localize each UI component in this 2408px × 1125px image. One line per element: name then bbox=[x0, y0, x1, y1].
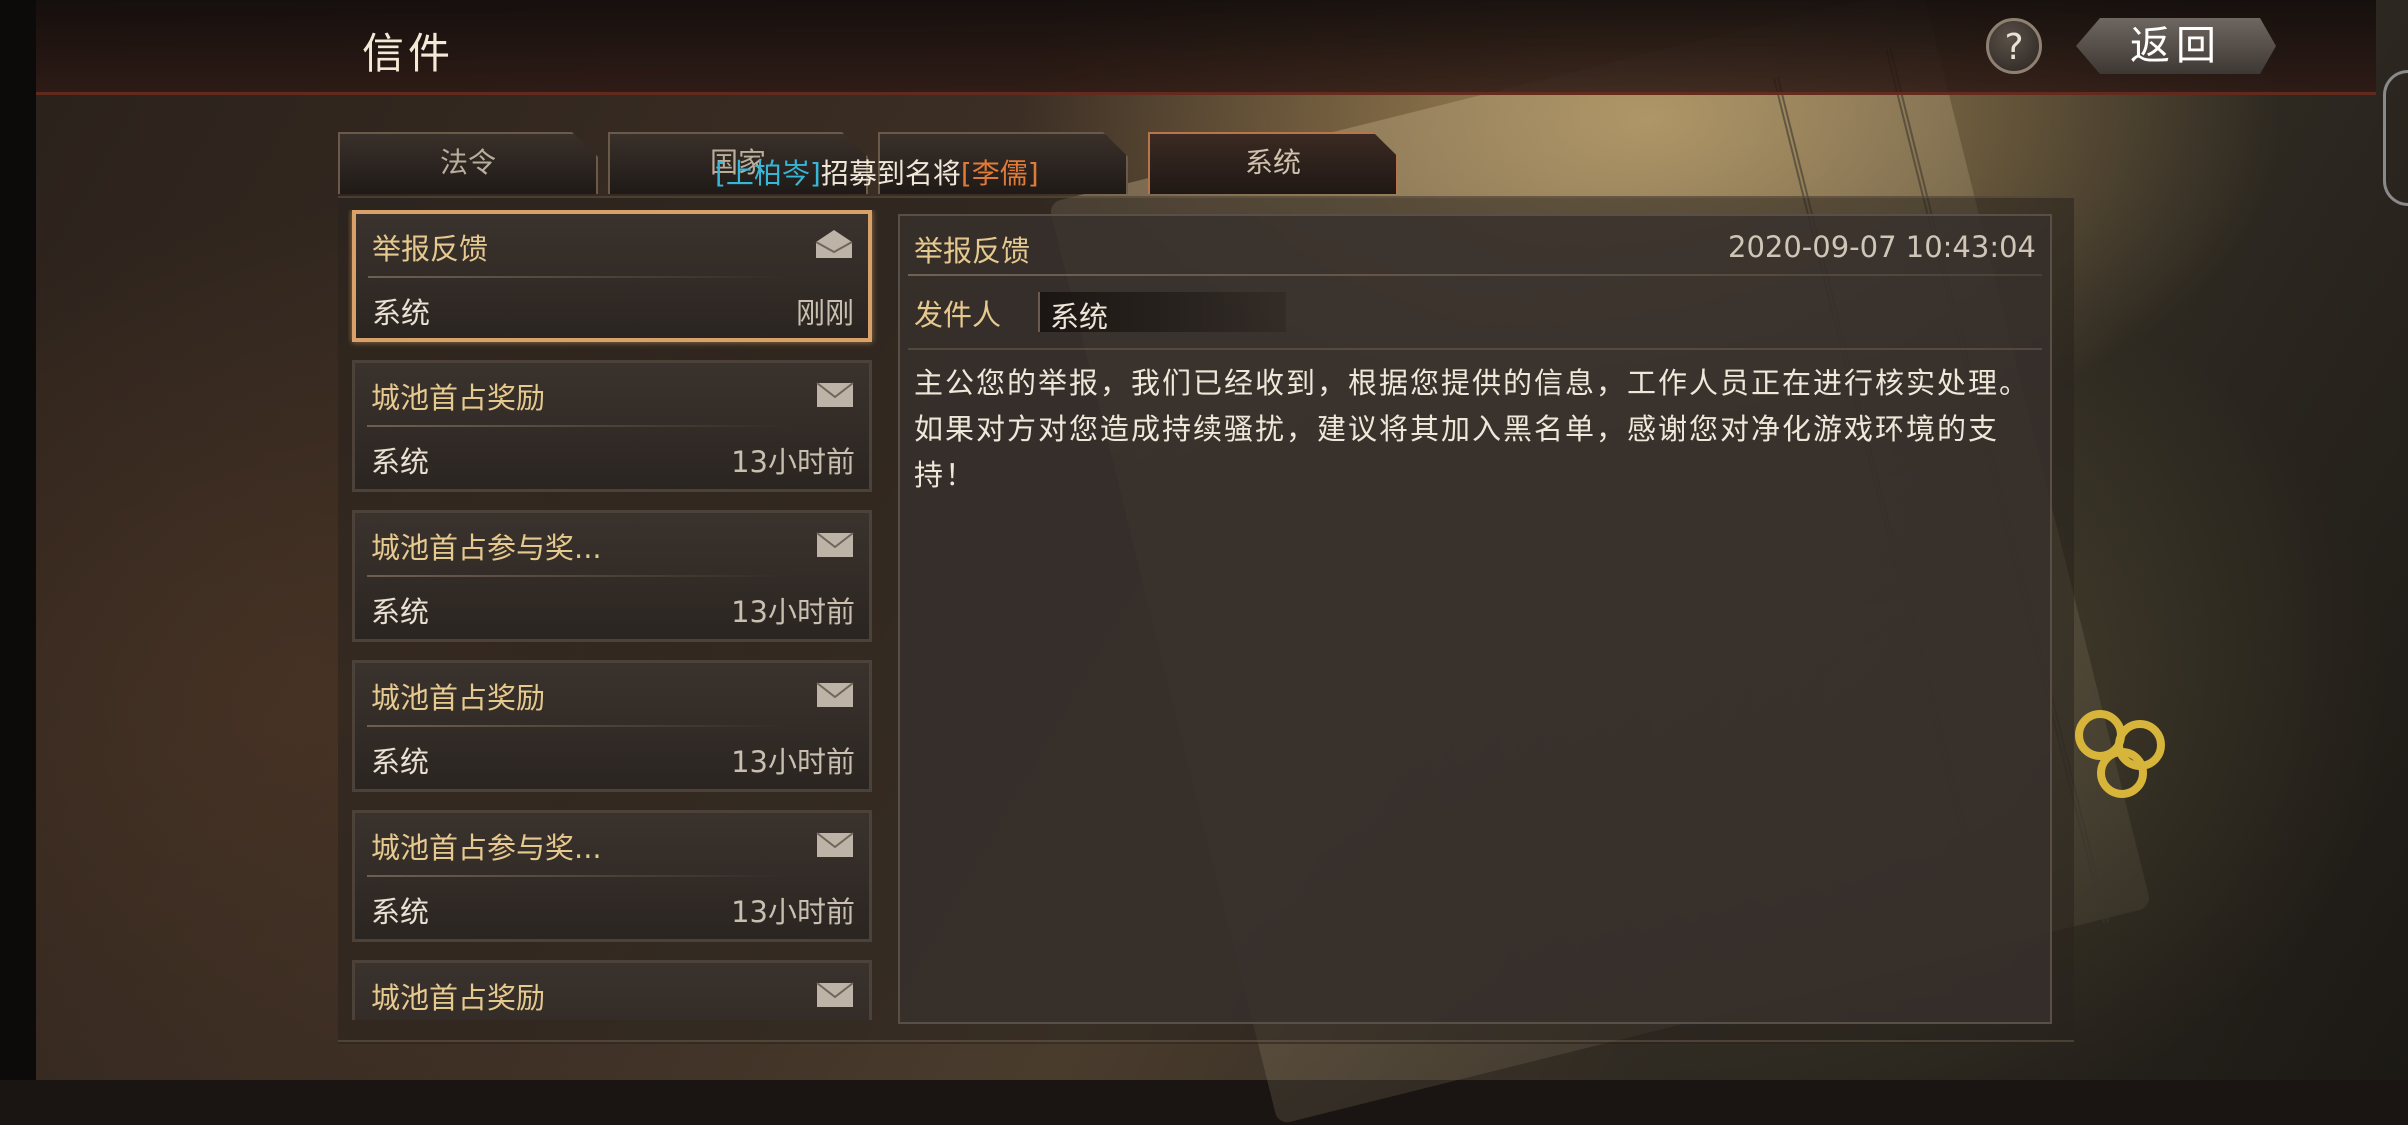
envelope-icon bbox=[816, 382, 854, 407]
mail-detail-panel: 举报反馈 2020-09-07 10:43:04 发件人 系统 主公您的举报，我… bbox=[898, 214, 2052, 1024]
detail-date: 2020-09-07 10:43:04 bbox=[1728, 230, 2036, 264]
mail-title: 城池首占参与奖... bbox=[371, 831, 602, 865]
mail-body: 主公您的举报，我们已经收到，根据您提供的信息，工作人员正在进行核实处理。如果对方… bbox=[914, 366, 2031, 492]
mail-divider bbox=[367, 725, 789, 727]
mail-title: 城池首占奖励 bbox=[371, 681, 546, 715]
envelope-icon bbox=[816, 982, 854, 1007]
detail-divider bbox=[908, 274, 2042, 276]
mail-title: 城池首占参与奖... bbox=[371, 531, 602, 565]
broadcast-ticker: [上柏岑]招募到名将[李儒] bbox=[715, 152, 1039, 192]
mail-item[interactable]: 举报反馈 系统 刚刚 bbox=[352, 210, 872, 342]
left-edge bbox=[0, 0, 36, 1080]
mail-sender: 系统 bbox=[372, 296, 431, 330]
mail-list[interactable]: 举报反馈 系统 刚刚 城池首占奖励 系统 13小时前 城池首占参与奖... 系统… bbox=[348, 210, 878, 1020]
detail-subject: 举报反馈 bbox=[914, 234, 1031, 268]
back-button[interactable]: 返回 bbox=[2076, 18, 2276, 74]
sender-value: 系统 bbox=[1050, 300, 1109, 334]
mail-item[interactable]: 城池首占参与奖... 系统 13小时前 bbox=[352, 510, 872, 642]
page-title: 信件 bbox=[362, 29, 455, 78]
tab-system[interactable]: 系统 bbox=[1148, 132, 1398, 194]
mail-divider bbox=[368, 276, 788, 278]
ticker-message: 招募到名将 bbox=[820, 157, 961, 190]
envelope-open-icon bbox=[815, 230, 853, 258]
sender-box: 系统 bbox=[1038, 292, 1286, 334]
sender-row: 发件人 系统 bbox=[914, 292, 1286, 334]
side-drawer-handle[interactable] bbox=[2383, 70, 2408, 206]
mail-title: 城池首占奖励 bbox=[371, 981, 546, 1015]
envelope-icon bbox=[816, 832, 854, 857]
mail-time: 13小时前 bbox=[731, 445, 855, 479]
mail-item[interactable]: 城池首占奖励 系统 13小时前 bbox=[352, 660, 872, 792]
ticker-hero: [李儒] bbox=[960, 157, 1039, 190]
background-coins bbox=[2075, 710, 2165, 798]
envelope-icon bbox=[816, 682, 854, 707]
tab-decrees[interactable]: 法令 bbox=[338, 132, 598, 194]
mail-divider bbox=[367, 425, 789, 427]
mail-divider bbox=[367, 575, 789, 577]
mail-divider bbox=[367, 875, 789, 877]
mail-sender: 系统 bbox=[371, 595, 430, 629]
mail-title: 举报反馈 bbox=[372, 232, 489, 266]
mail-time: 13小时前 bbox=[731, 895, 855, 929]
mail-title: 城池首占奖励 bbox=[371, 381, 546, 415]
mail-time: 刚刚 bbox=[795, 296, 854, 330]
mail-time: 13小时前 bbox=[731, 595, 855, 629]
mail-sender: 系统 bbox=[371, 895, 430, 929]
mail-sender: 系统 bbox=[371, 745, 430, 779]
mail-time: 13小时前 bbox=[731, 745, 855, 779]
envelope-icon bbox=[816, 532, 854, 557]
sender-label: 发件人 bbox=[914, 298, 1002, 332]
detail-divider bbox=[908, 348, 2042, 350]
frame-divider bbox=[338, 1040, 2074, 1042]
help-button[interactable]: ? bbox=[1986, 18, 2042, 74]
mail-item[interactable]: 城池首占奖励 bbox=[352, 960, 872, 1020]
ticker-player: [上柏岑] bbox=[715, 157, 821, 190]
mail-sender: 系统 bbox=[371, 445, 430, 479]
mail-item[interactable]: 城池首占参与奖... 系统 13小时前 bbox=[352, 810, 872, 942]
header-bar: 信件 ? 返回 bbox=[36, 0, 2376, 95]
mail-item[interactable]: 城池首占奖励 系统 13小时前 bbox=[352, 360, 872, 492]
